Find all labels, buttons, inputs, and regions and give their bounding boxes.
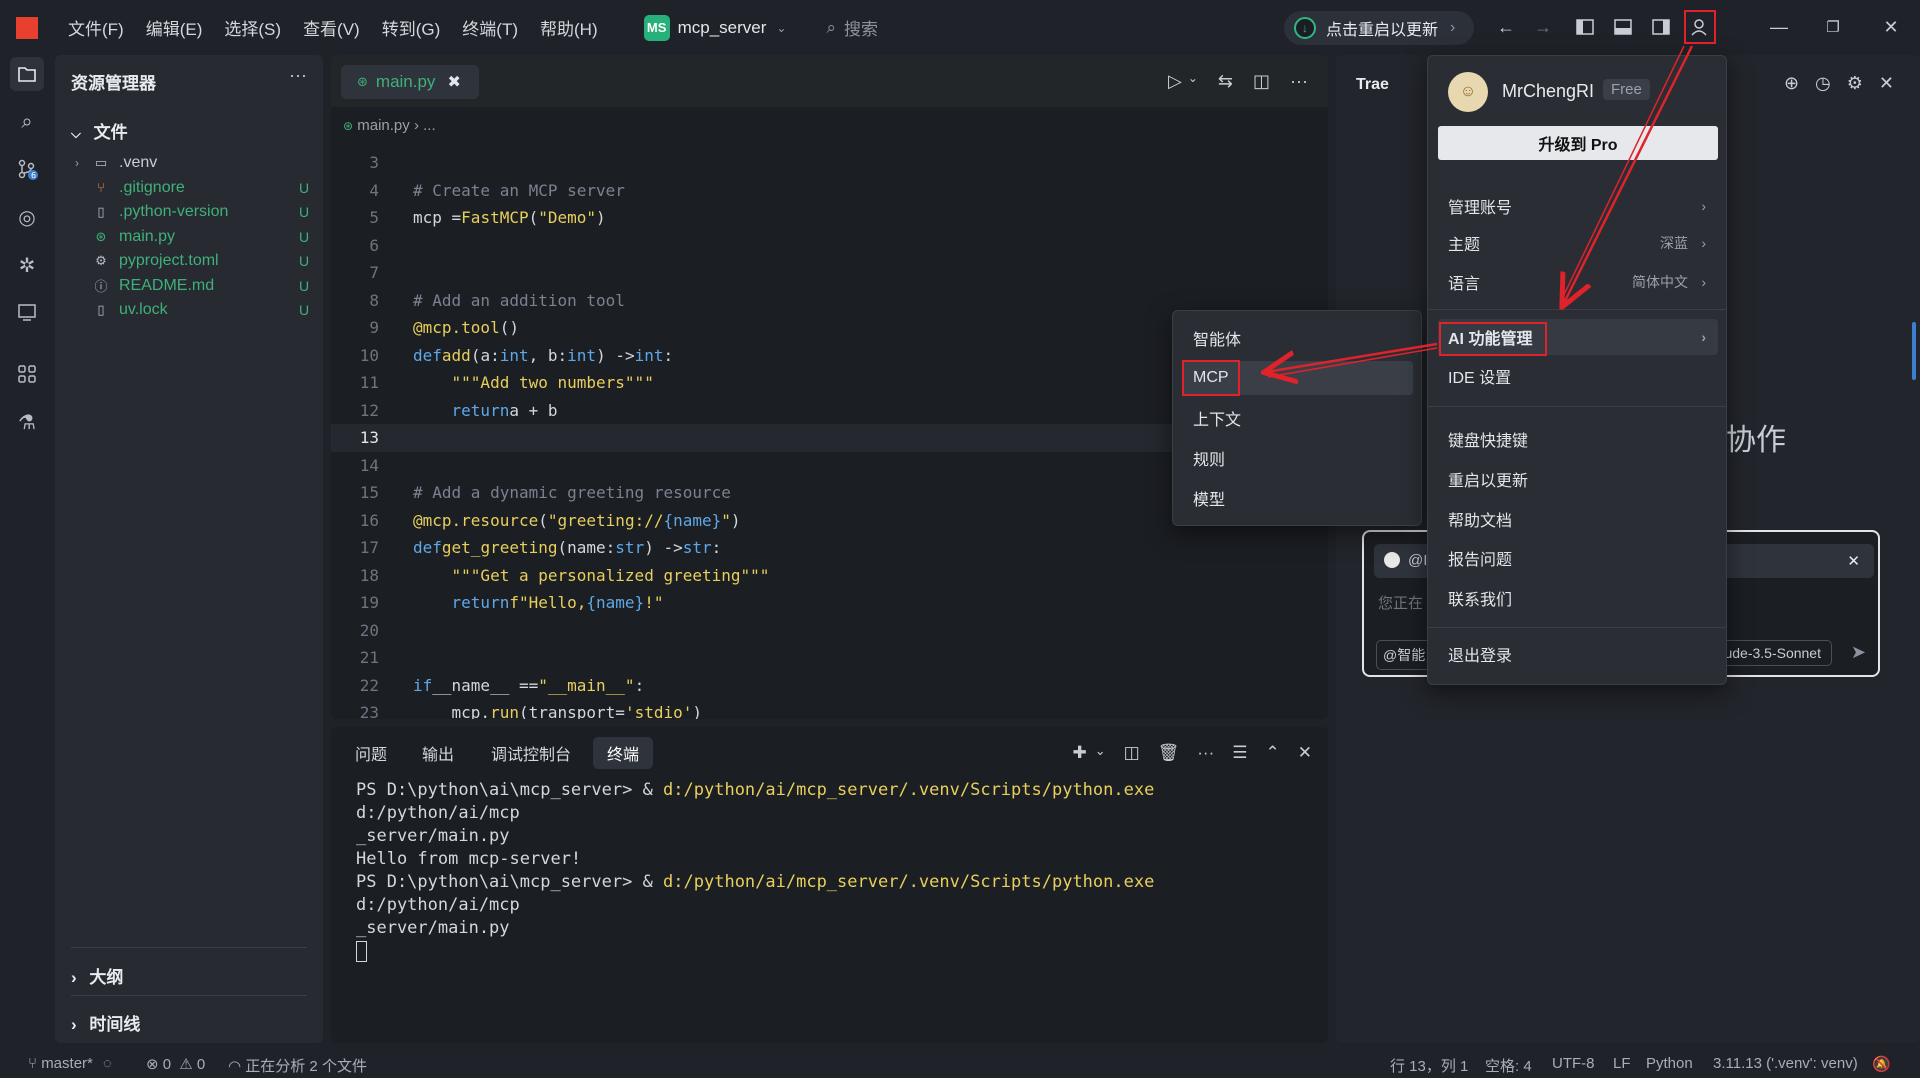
status-bar: ⑂ master* ◌ ⊗ 0 ⚠ 0 ◠ 正在分析 2 个文件 行 13，列 … bbox=[0, 1048, 1920, 1078]
encoding[interactable]: UTF-8 bbox=[1552, 1055, 1595, 1072]
git-branch-icon: ⑂ bbox=[28, 1055, 38, 1072]
language-mode[interactable]: Python bbox=[1646, 1055, 1693, 1072]
line-ending[interactable]: LF bbox=[1613, 1055, 1631, 1072]
problems-indicator[interactable]: ⊗ 0 ⚠ 0 bbox=[146, 1055, 205, 1073]
annotation-arrows bbox=[0, 45, 1694, 1078]
cursor-position[interactable]: 行 13，列 1 bbox=[1390, 1055, 1468, 1076]
notifications-bell-icon[interactable]: 🔕 bbox=[1872, 1055, 1891, 1073]
sync-icon: ◌ bbox=[103, 1055, 112, 1072]
python-interpreter[interactable]: 3.11.13 ('.venv': venv) bbox=[1713, 1055, 1858, 1072]
spinner-icon: ◠ bbox=[228, 1058, 242, 1075]
analysis-status: ◠ 正在分析 2 个文件 bbox=[228, 1058, 367, 1075]
indentation[interactable]: 空格: 4 bbox=[1485, 1055, 1532, 1076]
scrollbar-thumb[interactable] bbox=[1912, 322, 1916, 380]
warning-icon: ⚠ bbox=[179, 1056, 193, 1073]
error-icon: ⊗ bbox=[146, 1056, 159, 1073]
branch-indicator[interactable]: ⑂ master* ◌ bbox=[28, 1055, 112, 1072]
